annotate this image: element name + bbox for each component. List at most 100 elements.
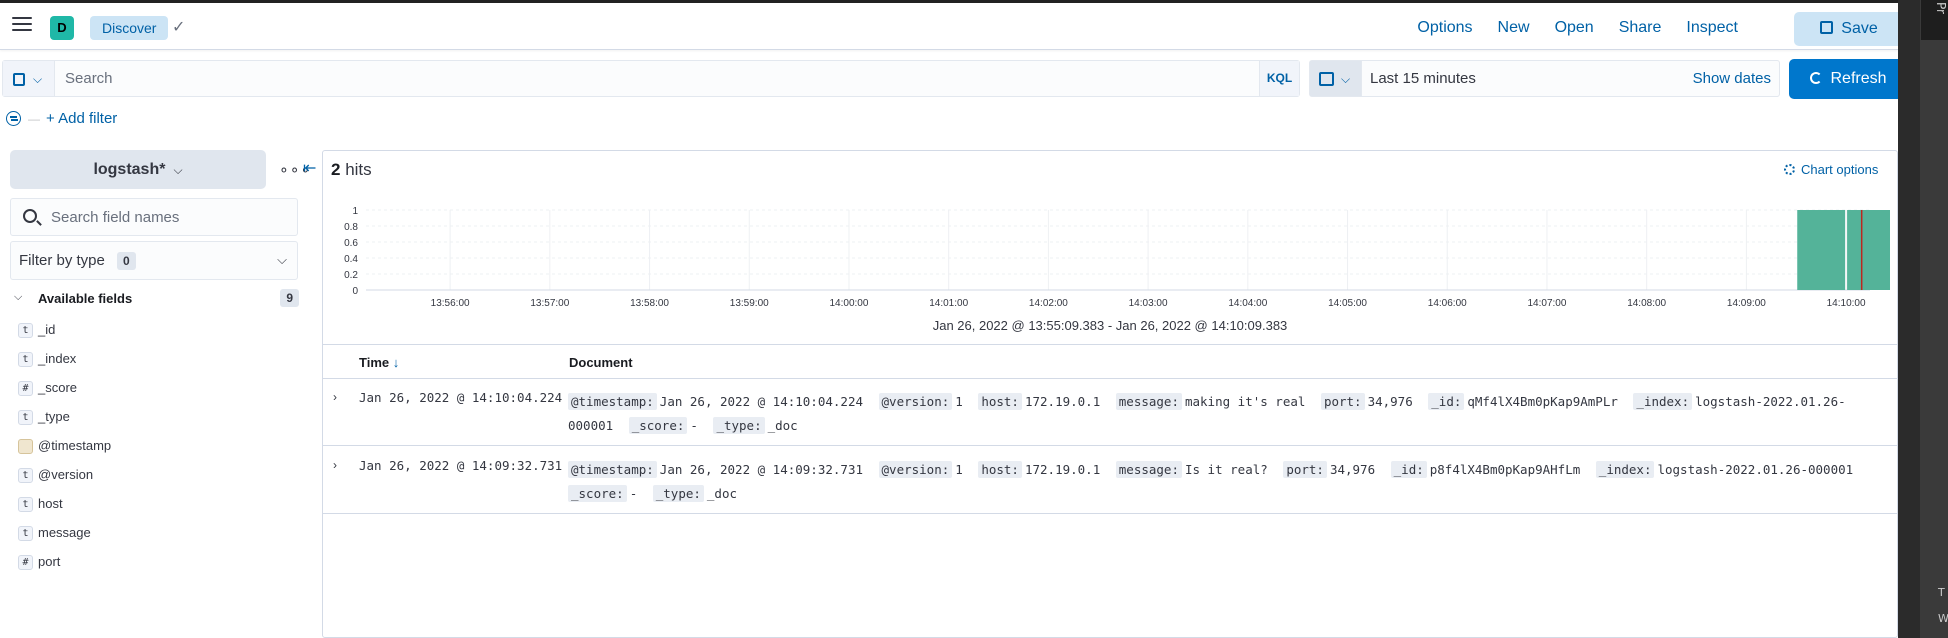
field-name: port: [38, 554, 61, 569]
doc-field-key: @timestamp:: [568, 393, 657, 410]
index-pattern-selector[interactable]: logstash* ⌵: [10, 150, 266, 189]
x-tick-label: 13:58:00: [630, 298, 669, 309]
doc-field-key: host:: [978, 393, 1022, 410]
date-picker: ⌵ Last 15 minutes Show dates: [1309, 60, 1780, 97]
histogram-bar[interactable]: [1797, 210, 1846, 290]
doc-field-value: 172.19.0.1: [1024, 394, 1101, 409]
menu-icon[interactable]: [12, 17, 32, 33]
doc-field-key: message:: [1115, 393, 1182, 410]
row-document: @timestamp: Jan 26, 2022 @ 14:09:32.731 @…: [568, 458, 1888, 506]
x-tick-label: 14:06:00: [1428, 298, 1467, 309]
row-document: @timestamp: Jan 26, 2022 @ 14:10:04.224 @…: [568, 390, 1888, 438]
x-tick-label: 14:03:00: [1129, 298, 1168, 309]
doc-field-value: Jan 26, 2022 @ 14:10:04.224: [659, 394, 863, 409]
number-type-icon: #: [18, 381, 33, 396]
doc-field-key: _type:: [713, 417, 765, 434]
saved-query-button[interactable]: ⌵: [3, 61, 55, 96]
side-letter: W: [1938, 612, 1948, 625]
index-pattern-label: logstash*: [93, 161, 166, 178]
chevron-down-icon: ⌵: [33, 72, 43, 86]
kibana-discover-app: D Discover ✓ Options New Open Share Insp…: [0, 0, 1908, 638]
expand-row-icon[interactable]: ›: [333, 390, 337, 404]
field-name: _type: [38, 409, 70, 424]
available-fields-header[interactable]: ⌵ Available fields 9: [14, 289, 299, 307]
doc-field-value: -: [629, 486, 638, 501]
open-link[interactable]: Open: [1555, 19, 1594, 37]
new-link[interactable]: New: [1498, 19, 1530, 37]
breadcrumb-discover[interactable]: Discover: [90, 16, 169, 40]
table-header: Time ↓ Document: [323, 344, 1897, 379]
string-type-icon: t: [18, 526, 33, 541]
inspect-link[interactable]: Inspect: [1686, 19, 1738, 37]
available-fields-count: 9: [280, 289, 299, 307]
x-tick-label: 14:01:00: [929, 298, 968, 309]
field-item-message[interactable]: t message: [16, 521, 296, 550]
doc-field-key: _index:: [1633, 393, 1693, 410]
collapse-sidebar-icon[interactable]: ⇤: [303, 158, 316, 178]
filter-by-type-button[interactable]: Filter by type 0 ⌵: [10, 241, 298, 280]
table-row[interactable]: › Jan 26, 2022 @ 14:09:32.731 @timestamp…: [323, 446, 1897, 514]
side-letter: T: [1938, 586, 1945, 599]
doc-field-key: _type:: [652, 485, 704, 502]
save-button[interactable]: Save: [1794, 12, 1904, 46]
doc-field-key: _index:: [1595, 461, 1655, 478]
save-label: Save: [1841, 20, 1878, 37]
field-item-type[interactable]: t _type: [16, 405, 296, 434]
expand-row-icon[interactable]: ›: [333, 458, 337, 472]
sort-down-icon[interactable]: ↓: [393, 355, 400, 370]
column-header-document: Document: [569, 355, 633, 370]
field-item-score[interactable]: # _score: [16, 376, 296, 405]
y-tick-label: 0.8: [344, 222, 358, 233]
search-input[interactable]: Search: [65, 61, 113, 96]
histogram-bar[interactable]: [1847, 210, 1890, 290]
doc-field-key: @timestamp:: [568, 461, 657, 478]
x-tick-label: 14:10:00: [1827, 298, 1866, 309]
x-tick-label: 14:00:00: [830, 298, 869, 309]
chart-options-button[interactable]: Chart options: [1784, 162, 1878, 177]
doc-field-value: making it's real: [1184, 394, 1306, 409]
y-tick-label: 0.6: [344, 238, 358, 249]
field-search-input[interactable]: Search field names: [10, 198, 298, 236]
field-item-version[interactable]: t @version: [16, 463, 296, 492]
field-name: _score: [38, 380, 78, 395]
x-tick-label: 14:05:00: [1328, 298, 1367, 309]
doc-field-key: @version:: [878, 461, 953, 478]
string-type-icon: t: [18, 323, 33, 338]
quick-select-button[interactable]: ⌵: [1310, 61, 1362, 96]
table-row[interactable]: › Jan 26, 2022 @ 14:10:04.224 @timestamp…: [323, 378, 1897, 446]
chart-options-label: Chart options: [1801, 162, 1879, 177]
x-tick-label: 14:07:00: [1527, 298, 1566, 309]
time-header-label: Time: [359, 355, 390, 370]
save-icon: [1820, 21, 1834, 34]
doc-field-key: _score:: [628, 417, 688, 434]
field-search-placeholder: Search field names: [51, 209, 180, 226]
column-header-time[interactable]: Time ↓: [359, 355, 399, 370]
string-type-icon: t: [18, 352, 33, 367]
hits-count: 2 hits: [331, 160, 372, 180]
field-item-timestamp[interactable]: @timestamp: [16, 434, 296, 463]
add-filter-button[interactable]: + Add filter: [46, 110, 117, 127]
show-dates-link[interactable]: Show dates: [1693, 61, 1771, 96]
field-item-id[interactable]: t _id: [16, 318, 296, 347]
query-bar: ⌵ Search KQL: [2, 60, 1300, 97]
doc-field-value: 1: [955, 394, 963, 409]
field-item-host[interactable]: t host: [16, 492, 296, 521]
kql-toggle[interactable]: KQL: [1259, 61, 1299, 96]
hits-label: hits: [345, 160, 372, 179]
share-link[interactable]: Share: [1619, 19, 1662, 37]
date-range-text[interactable]: Last 15 minutes: [1370, 61, 1476, 96]
x-tick-label: 14:08:00: [1627, 298, 1666, 309]
doc-field-value: qMf4lX4Bm0pKap9AmPLr: [1467, 394, 1618, 409]
doc-field-value: Jan 26, 2022 @ 14:09:32.731: [659, 462, 863, 477]
x-tick-label: 14:02:00: [1029, 298, 1068, 309]
options-link[interactable]: Options: [1417, 19, 1472, 37]
refresh-button[interactable]: Refresh: [1789, 59, 1908, 99]
field-item-index[interactable]: t _index: [16, 347, 296, 376]
filter-icon[interactable]: [6, 111, 21, 126]
field-item-port[interactable]: # port: [16, 550, 296, 579]
chevron-down-icon: ⌵: [1341, 72, 1351, 86]
space-avatar[interactable]: D: [50, 16, 74, 40]
field-name: message: [38, 525, 91, 540]
doc-field-value: logstash-2022.01.26-000001: [1657, 462, 1854, 477]
side-panel-tab[interactable]: Pr: [1921, 0, 1948, 40]
